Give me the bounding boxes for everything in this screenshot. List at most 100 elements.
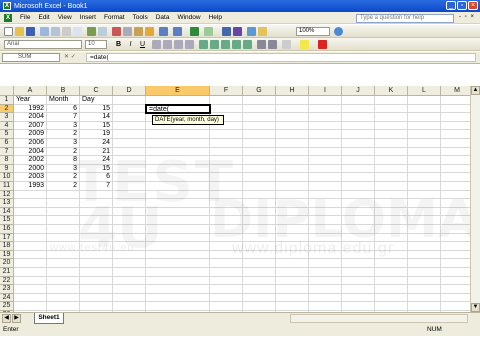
cell-j2[interactable] (342, 104, 375, 114)
cell-k23[interactable] (375, 285, 408, 294)
cell-c4[interactable]: 15 (80, 121, 113, 131)
cell-m25[interactable] (441, 302, 470, 311)
cell-k20[interactable] (375, 259, 408, 268)
cell-a12[interactable] (14, 190, 47, 200)
column-header-m[interactable]: M (441, 86, 470, 96)
cell-f24[interactable] (210, 293, 243, 303)
cell-i5[interactable] (309, 130, 342, 139)
cell-a5[interactable]: 2009 (14, 130, 47, 139)
cell-d1[interactable] (113, 96, 146, 105)
increase-decimal-icon[interactable] (232, 40, 241, 49)
cell-k25[interactable] (375, 302, 408, 311)
cell-l5[interactable] (408, 130, 441, 139)
menu-view[interactable]: View (54, 14, 76, 21)
cell-i4[interactable] (309, 121, 342, 131)
cell-h6[interactable] (276, 139, 309, 148)
cell-c23[interactable] (80, 285, 113, 294)
cell-i8[interactable] (309, 156, 342, 165)
name-box[interactable]: SUM (2, 53, 60, 62)
cell-g9[interactable] (243, 164, 276, 174)
cell-k22[interactable] (375, 276, 408, 286)
cell-j1[interactable] (342, 96, 375, 105)
cell-d24[interactable] (113, 293, 146, 303)
menu-file[interactable]: File (16, 14, 34, 21)
percent-icon[interactable] (210, 40, 219, 49)
open-icon[interactable] (15, 27, 24, 36)
maximize-button[interactable]: ▫ (457, 1, 467, 10)
cell-c1[interactable]: Day (80, 96, 113, 105)
chart-wizard-icon[interactable] (247, 27, 256, 36)
menu-window[interactable]: Window (173, 14, 204, 21)
cell-g24[interactable] (243, 293, 276, 303)
cell-h23[interactable] (276, 285, 309, 294)
cell-m4[interactable] (441, 122, 470, 131)
row-header-25[interactable]: 25 (0, 302, 14, 311)
cell-h7[interactable] (276, 147, 309, 157)
cell-b17[interactable] (47, 233, 80, 243)
cell-h5[interactable] (276, 130, 309, 139)
cell-c21[interactable] (80, 268, 113, 277)
row-header-7[interactable]: 7 (0, 147, 14, 157)
cell-l4[interactable] (408, 121, 441, 131)
spelling-icon[interactable] (87, 27, 96, 36)
cell-g4[interactable] (243, 121, 276, 131)
cell-e6[interactable] (146, 139, 210, 148)
cell-g20[interactable] (243, 259, 276, 268)
cell-i7[interactable] (309, 147, 342, 157)
cell-f2[interactable] (210, 104, 243, 114)
cell-m1[interactable] (441, 96, 470, 105)
save-icon[interactable] (26, 27, 35, 36)
column-header-c[interactable]: C (80, 86, 113, 96)
column-header-k[interactable]: K (375, 86, 408, 96)
cell-j20[interactable] (342, 259, 375, 268)
cell-a10[interactable]: 2003 (14, 173, 47, 182)
cell-j22[interactable] (342, 276, 375, 286)
horizontal-scrollbar[interactable] (290, 314, 468, 323)
cell-j23[interactable] (342, 285, 375, 294)
sort-descending-icon[interactable] (233, 27, 242, 36)
cell-k21[interactable] (375, 268, 408, 277)
cell-m22[interactable] (441, 277, 470, 286)
fill-color-icon[interactable] (300, 40, 309, 49)
cell-m7[interactable] (441, 148, 470, 157)
row-header-11[interactable]: 11 (0, 182, 14, 191)
cell-e22[interactable] (146, 276, 210, 286)
cell-l6[interactable] (408, 139, 441, 148)
cell-h1[interactable] (276, 96, 309, 105)
vertical-scrollbar[interactable]: ▲ ▼ (470, 86, 480, 312)
cell-b22[interactable] (47, 276, 80, 286)
print-preview-icon[interactable] (73, 27, 82, 36)
cell-k6[interactable] (375, 139, 408, 148)
cell-k4[interactable] (375, 121, 408, 131)
cell-j9[interactable] (342, 164, 375, 174)
print-icon[interactable] (62, 27, 71, 36)
cell-m20[interactable] (441, 259, 470, 268)
menu-help[interactable]: Help (205, 14, 226, 21)
cell-l20[interactable] (408, 259, 441, 268)
column-header-a[interactable]: A (14, 86, 47, 96)
cell-j10[interactable] (342, 173, 375, 182)
autosum-icon[interactable] (204, 27, 213, 36)
cut-icon[interactable] (112, 27, 121, 36)
cell-d21[interactable] (113, 268, 146, 277)
cell-j7[interactable] (342, 147, 375, 157)
cell-e25[interactable] (146, 302, 210, 311)
formula-input[interactable]: =date( (86, 53, 476, 62)
align-left-icon[interactable] (152, 40, 161, 49)
workbook-window-controls[interactable]: - ▫ × (459, 14, 475, 20)
format-painter-icon[interactable] (145, 27, 154, 36)
cell-i3[interactable] (309, 113, 342, 122)
cell-k1[interactable] (375, 96, 408, 105)
row-header-21[interactable]: 21 (0, 268, 14, 277)
cell-f21[interactable] (210, 268, 243, 277)
cell-a4[interactable]: 2007 (14, 121, 47, 131)
cell-k24[interactable] (375, 293, 408, 303)
row-header-5[interactable]: 5 (0, 130, 14, 139)
cell-a15[interactable] (14, 216, 47, 225)
cell-l3[interactable] (408, 113, 441, 122)
cell-g25[interactable] (243, 302, 276, 311)
cell-j3[interactable] (342, 113, 375, 122)
column-header-d[interactable]: D (113, 86, 146, 96)
column-header-b[interactable]: B (47, 86, 80, 96)
cell-f6[interactable] (210, 139, 243, 148)
